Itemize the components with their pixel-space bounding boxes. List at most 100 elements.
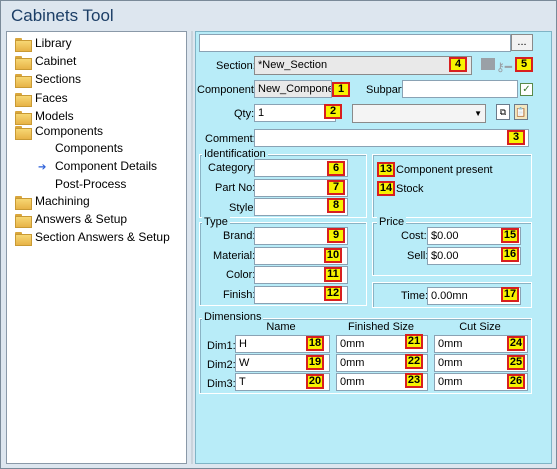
section-value: *New_Section [258,59,328,71]
tree-item-post-process[interactable]: Post-Process [55,176,126,193]
annotation-badge: 24 [507,336,525,351]
component-field[interactable]: New_Compone [254,80,332,98]
annotation-badge: 11 [324,267,342,282]
category-label: Category: [208,162,256,174]
annotation-badge: 2 [324,104,342,119]
tree-item-label: Section Answers & Setup [35,230,170,244]
annotation-badge: 10 [324,248,342,263]
chevron-down-icon: ▼ [474,109,482,118]
sell-label: Sell: [407,250,429,262]
tree-item-label: Cabinet [35,54,77,68]
annotation-badge: 1 [332,82,350,97]
tree-item-label: Answers & Setup [35,212,128,226]
partno-label: Part No: [215,182,256,194]
navigation-tree[interactable]: Library Cabinet Sections Faces Models Co… [6,31,187,464]
cost-label: Cost: [401,230,427,242]
annotation-badge: 26 [507,374,525,389]
type-title: Type [202,216,230,228]
tree-item-components[interactable]: Components [15,123,103,140]
tree-item-component-details[interactable]: ➔ Component Details [38,158,157,175]
component-present-label: Component present [396,164,493,176]
annotation-badge: 18 [306,336,324,351]
folder-icon [15,195,32,210]
annotation-badge: 25 [507,355,525,370]
tree-item-label: Sections [35,72,82,86]
annotation-badge: 21 [405,334,423,349]
annotation-badge: 17 [501,287,519,302]
tree-item-label: Component Details [55,159,158,173]
folder-grey-icon[interactable] [481,58,495,70]
key-icon[interactable]: ⚷━ [496,61,512,73]
subpart-checkbox[interactable]: ✓ [520,83,533,96]
subpart-field[interactable] [402,80,518,98]
comment-field[interactable] [254,129,529,147]
annotation-badge: 3 [507,130,525,145]
folder-icon [15,231,32,246]
splitter[interactable] [191,31,193,464]
column-header-cut-size: Cut Size [459,321,501,333]
folder-icon [15,110,32,125]
subpart-label: Subpart [366,84,405,96]
folder-icon [15,213,32,228]
tree-item-label: Post-Process [55,177,127,191]
annotation-badge: 15 [501,228,519,243]
folder-icon [15,73,32,88]
tree-item-answers-setup[interactable]: Answers & Setup [15,211,127,228]
dim2-label: Dim2: [207,359,236,371]
annotation-badge: 9 [327,228,345,243]
annotation-badge: 16 [501,247,519,262]
tree-item-cabinet[interactable]: Cabinet [15,53,76,70]
browse-button[interactable]: ... [511,34,533,51]
time-label: Time: [401,290,429,302]
annotation-badge: 19 [306,355,324,370]
tree-item-faces[interactable]: Faces [15,90,68,107]
qty-label: Qty: [234,108,255,120]
dim1-label: Dim1: [207,340,236,352]
tree-item-library[interactable]: Library [15,35,72,52]
folder-icon [15,55,32,70]
column-header-finished-size: Finished Size [347,321,415,333]
annotation-badge: 7 [327,180,345,195]
tree-item-section-answers-setup[interactable]: Section Answers & Setup [15,229,170,246]
top-path-input[interactable] [199,34,511,52]
component-label: Component: [197,84,257,96]
annotation-badge: 14 [377,181,395,196]
folder-icon [15,92,32,107]
qty-dropdown[interactable]: ▼ [352,104,486,123]
price-title: Price [377,216,407,228]
paste-icon[interactable]: 📋 [514,104,528,120]
arrow-right-icon: ➔ [38,162,47,173]
style-label: Style: [229,202,257,214]
folder-icon [15,37,32,52]
tree-item-machining[interactable]: Machining [15,193,90,210]
tree-item-label: Library [35,36,72,50]
comment-label: Comment: [205,133,256,145]
material-label: Material: [213,250,256,262]
brand-label: Brand: [223,230,256,242]
tree-item-components-child[interactable]: Components [55,140,123,157]
annotation-badge: 22 [405,354,423,369]
annotation-badge: 6 [327,161,345,176]
app-title: Cabinets Tool [11,6,114,25]
app-window: Cabinets Tool Library Cabinet Sections F… [0,0,557,469]
component-details-form: ... Section: *New_Section ⚷━ Component: … [195,31,552,464]
folder-open-icon [15,125,32,140]
annotation-badge: 13 [377,162,395,177]
tree-item-label: Components [55,141,124,155]
tree-item-label: Components [35,124,104,138]
tree-item-label: Faces [35,91,68,105]
tree-item-sections[interactable]: Sections [15,71,81,88]
annotation-badge: 4 [449,57,467,72]
annotation-badge: 20 [306,374,324,389]
annotation-badge: 5 [515,57,533,72]
finish-label: Finish: [223,289,256,301]
copy-icon[interactable]: ⧉ [496,104,510,120]
tree-item-label: Models [35,109,74,123]
column-header-name: Name [266,321,296,333]
annotation-badge: 12 [324,286,342,301]
title-bar: Cabinets Tool [1,1,556,32]
annotation-badge: 8 [327,198,345,213]
dim3-label: Dim3: [207,378,236,390]
section-combo[interactable]: *New_Section [254,56,472,75]
color-label: Color: [226,269,256,281]
